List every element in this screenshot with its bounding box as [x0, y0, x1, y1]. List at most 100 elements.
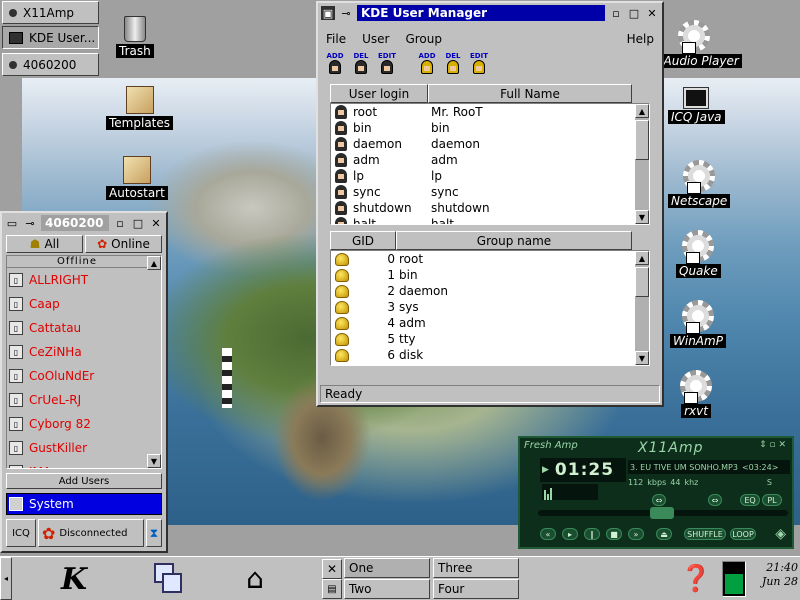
group-row[interactable]: 4 adm — [331, 315, 649, 331]
scroll-down-button[interactable]: ▼ — [147, 454, 161, 468]
task-x11amp[interactable]: X11Amp — [2, 1, 99, 24]
home-icon[interactable]: ⌂ — [238, 561, 272, 595]
group-row[interactable]: 5 tty — [331, 331, 649, 347]
contact-item[interactable]: ▯ Cyborg 82 — [7, 412, 161, 436]
help-book-icon[interactable]: ❓ — [680, 563, 712, 595]
desktop-icon-netscape[interactable]: Netscape — [668, 160, 731, 208]
scroll-up-button[interactable]: ▲ — [635, 104, 649, 118]
menu-icon[interactable]: ◈ — [775, 526, 786, 542]
user-row[interactable]: adm adm — [331, 152, 649, 168]
desktop-icon-trash[interactable]: Trash — [116, 16, 154, 58]
panel-hide-left-button[interactable]: ◂ — [0, 557, 12, 600]
logout-icon[interactable]: ✕ — [322, 559, 342, 579]
eject-button[interactable]: ⏏ — [656, 528, 672, 540]
column-gid[interactable]: GID — [330, 231, 396, 250]
contact-item[interactable]: ▯ CeZiNHa — [7, 340, 161, 364]
user-row[interactable]: bin bin — [331, 120, 649, 136]
add-group-button[interactable]: ADD — [416, 52, 438, 76]
status-button[interactable]: ✿ Disconnected — [38, 519, 144, 547]
scroll-down-button[interactable]: ▼ — [635, 210, 649, 224]
column-full-name[interactable]: Full Name — [428, 84, 632, 103]
group-row[interactable]: 7lp — [331, 363, 649, 365]
edit-user-button[interactable]: EDIT — [376, 52, 398, 76]
contact-item[interactable]: ▯ Cattatau — [7, 316, 161, 340]
group-row[interactable]: 2 daemon — [331, 283, 649, 299]
column-group-name[interactable]: Group name — [396, 231, 632, 250]
clock[interactable]: 21:40 Jun 28 — [752, 561, 798, 589]
icq-titlebar[interactable]: ▭ ⊸ 4060200 ▫ □ ✕ — [2, 213, 166, 233]
pin-icon[interactable]: ⊸ — [339, 6, 353, 20]
minimize-icon[interactable]: ▫ — [609, 6, 623, 20]
scroll-thumb[interactable] — [635, 267, 649, 297]
balance-slider[interactable]: ⇔ — [708, 494, 722, 506]
play-button[interactable]: ▸ — [562, 528, 578, 540]
desktop-icon-winamp[interactable]: WinAmP — [670, 300, 726, 348]
contact-item[interactable]: ▯ GustKiller — [7, 436, 161, 460]
scroll-thumb[interactable] — [635, 120, 649, 160]
pause-button[interactable]: ∥ — [584, 528, 600, 540]
group-list-scrollbar[interactable]: ▲ ▼ — [635, 251, 649, 365]
delete-group-button[interactable]: DEL — [442, 52, 464, 76]
desktop-button-two[interactable]: Two — [344, 579, 430, 599]
lock-icon[interactable]: ▤ — [322, 579, 342, 599]
contact-item[interactable]: ▯ IMA — [7, 460, 161, 468]
terminal-icon[interactable] — [722, 561, 746, 597]
stop-button[interactable]: ■ — [606, 528, 622, 540]
desktop-icon-templates[interactable]: Templates — [106, 86, 174, 130]
desktop-icon-icq-java[interactable]: ICQ Java — [668, 87, 725, 124]
group-row[interactable]: 1 bin — [331, 267, 649, 283]
window-menu-icon[interactable]: ▭ — [5, 216, 19, 230]
desktop-button-one[interactable]: One — [344, 558, 430, 578]
next-button[interactable]: » — [628, 528, 644, 540]
desktop-button-three[interactable]: Three — [433, 558, 519, 578]
shuffle-button[interactable]: SHUFFLE — [684, 528, 726, 540]
maximize-icon[interactable]: □ — [131, 216, 145, 230]
desktop-icon-quake[interactable]: Quake — [676, 230, 721, 278]
task-icq[interactable]: 4060200 — [2, 53, 99, 76]
seek-thumb[interactable] — [650, 507, 674, 519]
pin-icon[interactable]: ⊸ — [23, 216, 37, 230]
time-display[interactable]: ▶ 01:25 — [540, 458, 626, 482]
eq-button[interactable]: EQ — [740, 494, 760, 506]
edit-group-button[interactable]: EDIT — [468, 52, 490, 76]
task-user-manager[interactable]: KDE User... — [2, 26, 99, 49]
user-row[interactable]: halt halt — [331, 216, 649, 224]
scroll-down-button[interactable]: ▼ — [635, 351, 649, 365]
loop-button[interactable]: LOOP — [730, 528, 756, 540]
window-menu-icon[interactable]: ▣ — [321, 6, 335, 20]
tab-all[interactable]: ☗ All — [6, 235, 83, 253]
delete-user-button[interactable]: DEL — [350, 52, 372, 76]
contact-item[interactable]: ▯ CrUeL-RJ — [7, 388, 161, 412]
previous-button[interactable]: « — [540, 528, 556, 540]
contact-list-scrollbar[interactable]: ▲ ▼ — [147, 256, 161, 468]
hourglass-icon[interactable]: ⧗ — [146, 519, 162, 547]
user-manager-titlebar[interactable]: ▣ ⊸ KDE User Manager ▫ □ ✕ — [318, 3, 662, 23]
windows-list-icon[interactable] — [150, 561, 186, 597]
contact-item[interactable]: ▯ CoOluNdEr — [7, 364, 161, 388]
system-item[interactable]: System — [6, 493, 162, 515]
maximize-icon[interactable]: □ — [627, 6, 641, 20]
scroll-up-button[interactable]: ▲ — [147, 256, 161, 270]
menu-file[interactable]: File — [326, 32, 346, 46]
contact-item[interactable]: ▯ Caap — [7, 292, 161, 316]
tab-online[interactable]: ✿ Online — [85, 235, 162, 253]
menu-user[interactable]: User — [362, 32, 389, 46]
add-user-button[interactable]: ADD — [324, 52, 346, 76]
icq-button[interactable]: ICQ — [6, 519, 36, 547]
menu-help[interactable]: Help — [627, 32, 654, 46]
minimize-icon[interactable]: ▫ — [113, 216, 127, 230]
desktop-button-four[interactable]: Four — [433, 579, 519, 599]
seek-bar[interactable] — [538, 507, 788, 519]
playlist-button[interactable]: PL — [762, 494, 782, 506]
volume-slider[interactable]: ⇔ — [652, 494, 666, 506]
group-row[interactable]: 0 root — [331, 251, 649, 267]
group-row[interactable]: 3 sys — [331, 299, 649, 315]
menu-group[interactable]: Group — [405, 32, 442, 46]
user-row[interactable]: shutdown shutdown — [331, 200, 649, 216]
scroll-up-button[interactable]: ▲ — [635, 251, 649, 265]
desktop-icon-autostart[interactable]: Autostart — [106, 156, 168, 200]
desktop-icon-rxvt[interactable]: rxvt — [680, 370, 712, 418]
user-row[interactable]: lp lp — [331, 168, 649, 184]
column-user-login[interactable]: User login — [330, 84, 428, 103]
group-row[interactable]: 6 disk — [331, 347, 649, 363]
